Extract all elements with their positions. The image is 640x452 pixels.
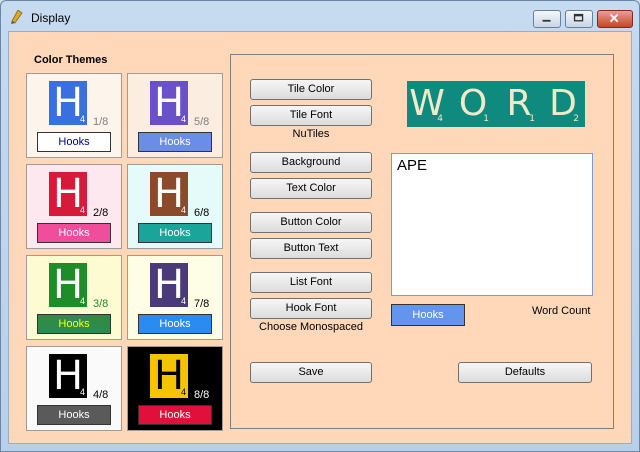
theme-tile-value: 4 — [180, 114, 186, 124]
word-tile-value: 4 — [437, 114, 443, 124]
theme-swatch-1[interactable]: H 4 1/8 Hooks — [26, 73, 122, 158]
list-item[interactable]: APE — [397, 157, 427, 174]
save-button[interactable]: Save — [250, 362, 372, 383]
theme-hooks-button[interactable]: Hooks — [37, 314, 111, 334]
theme-swatch-5[interactable]: H 4 3/8 Hooks — [26, 255, 122, 340]
word-count-label: Word Count — [532, 305, 591, 317]
theme-tile[interactable]: H4 — [49, 81, 87, 125]
color-themes-heading: Color Themes — [34, 54, 108, 66]
theme-fraction: 4/8 — [93, 389, 109, 401]
hooks-preview-button[interactable]: Hooks — [391, 304, 465, 326]
word-tile: W4 — [409, 83, 445, 125]
theme-tile[interactable]: H4 — [150, 354, 188, 398]
close-button[interactable] — [597, 10, 633, 28]
theme-tile-value: 4 — [180, 205, 186, 215]
theme-swatch-2[interactable]: H 4 5/8 Hooks — [127, 73, 223, 158]
button-color-button[interactable]: Button Color — [250, 212, 372, 233]
list-font-button[interactable]: List Font — [250, 272, 372, 293]
theme-fraction: 7/8 — [194, 298, 210, 310]
theme-hooks-button[interactable]: Hooks — [37, 405, 111, 425]
theme-tile-value: 4 — [79, 296, 85, 306]
theme-swatch-8[interactable]: H 4 8/8 Hooks — [127, 346, 223, 431]
hook-font-note: Choose Monospaced — [259, 321, 363, 333]
theme-tile[interactable]: H4 — [49, 263, 87, 307]
text-color-button[interactable]: Text Color — [250, 178, 372, 199]
theme-tile-value: 4 — [180, 387, 186, 397]
window-title: Display — [31, 11, 71, 25]
tile-font-button[interactable]: Tile Font — [250, 105, 372, 126]
theme-swatch-3[interactable]: H 4 2/8 Hooks — [26, 164, 122, 249]
maximize-button[interactable] — [565, 10, 593, 28]
theme-tile[interactable]: H4 — [49, 172, 87, 216]
word-listbox[interactable]: APE — [391, 153, 593, 296]
theme-swatch-6[interactable]: H 4 7/8 Hooks — [127, 255, 223, 340]
theme-hooks-button[interactable]: Hooks — [138, 405, 212, 425]
theme-tile[interactable]: H4 — [150, 81, 188, 125]
minimize-button[interactable] — [533, 10, 561, 28]
display-window: Display Color Themes H 4 1/8 Hooks H 4 5/8 Hook… — [0, 0, 640, 452]
word-tile-value: 1 — [529, 114, 535, 124]
theme-fraction: 8/8 — [194, 389, 210, 401]
theme-fraction: 5/8 — [194, 116, 210, 128]
theme-hooks-button[interactable]: Hooks — [37, 132, 111, 152]
tile-font-name: NuTiles — [292, 128, 330, 140]
hook-font-button[interactable]: Hook Font — [250, 298, 372, 319]
theme-tile-value: 4 — [79, 114, 85, 124]
word-tile-value: 2 — [573, 114, 579, 124]
theme-tile[interactable]: H4 — [49, 354, 87, 398]
theme-hooks-button[interactable]: Hooks — [138, 223, 212, 243]
theme-hooks-button[interactable]: Hooks — [138, 314, 212, 334]
theme-swatch-4[interactable]: H 4 6/8 Hooks — [127, 164, 223, 249]
word-tile: D2 — [545, 83, 581, 125]
theme-fraction: 2/8 — [93, 207, 109, 219]
maximize-icon — [573, 13, 584, 22]
theme-fraction: 1/8 — [93, 116, 109, 128]
title-bar[interactable]: Display — [1, 1, 639, 31]
theme-tile-value: 4 — [79, 205, 85, 215]
minimize-icon — [542, 19, 551, 22]
client-area: Color Themes H 4 1/8 Hooks H 4 5/8 Hooks H 4 2/8 Ho… — [8, 31, 632, 444]
theme-tile[interactable]: H4 — [150, 172, 188, 216]
defaults-button[interactable]: Defaults — [458, 362, 592, 383]
theme-tile[interactable]: H4 — [150, 263, 188, 307]
theme-swatch-7[interactable]: H 4 4/8 Hooks — [26, 346, 122, 431]
tile-color-button[interactable]: Tile Color — [250, 79, 372, 100]
word-preview: W4 O1 R1 D2 — [407, 81, 585, 127]
word-tile: R1 — [501, 83, 537, 125]
theme-tile-value: 4 — [180, 296, 186, 306]
theme-fraction: 6/8 — [194, 207, 210, 219]
theme-fraction: 3/8 — [93, 298, 109, 310]
word-tile-value: 1 — [483, 114, 489, 124]
background-button[interactable]: Background — [250, 152, 372, 173]
theme-tile-value: 4 — [79, 387, 85, 397]
button-text-button[interactable]: Button Text — [250, 238, 372, 259]
word-tile-letter: R — [506, 83, 532, 124]
pen-app-icon — [11, 10, 23, 24]
theme-hooks-button[interactable]: Hooks — [37, 223, 111, 243]
close-icon — [609, 13, 619, 23]
word-tile: O1 — [455, 83, 491, 125]
theme-hooks-button[interactable]: Hooks — [138, 132, 212, 152]
